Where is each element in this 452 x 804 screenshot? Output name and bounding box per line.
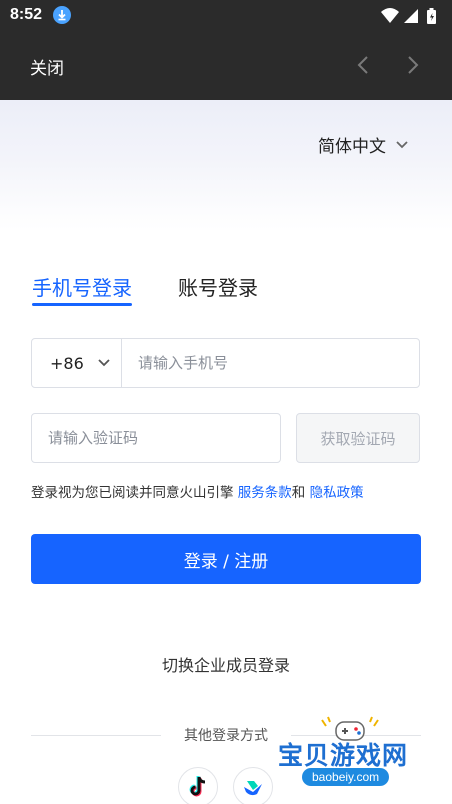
feishu-icon [244, 781, 262, 796]
phone-input[interactable] [124, 339, 418, 387]
title-bar: 关闭 [0, 32, 452, 100]
login-register-button[interactable]: 登录 / 注册 [31, 534, 421, 584]
forward-arrow-icon[interactable] [406, 54, 420, 80]
terms-of-service-link[interactable]: 服务条款 [238, 485, 292, 501]
chevron-down-icon [98, 359, 110, 367]
status-time: 8:52 [10, 6, 43, 23]
chevron-down-icon [396, 140, 408, 148]
agreement-prefix: 登录视为您已阅读并同意火山引擎 [31, 485, 238, 501]
active-tab-indicator [32, 303, 132, 306]
agreement-and: 和 [291, 485, 310, 501]
status-bar: 8:52 [0, 0, 452, 32]
privacy-policy-link[interactable]: 隐私政策 [310, 485, 364, 501]
phone-field-group: +86 [31, 338, 420, 388]
language-selector[interactable]: 简体中文 [318, 132, 408, 157]
country-code-select[interactable]: +86 [32, 339, 122, 387]
switch-enterprise-login-link[interactable]: 切换企业成员登录 [0, 652, 452, 676]
signal-icon [404, 9, 418, 23]
tiktok-icon [189, 776, 206, 797]
agreement-text: 登录视为您已阅读并同意火山引擎 服务条款和 隐私政策 [31, 481, 364, 501]
tiktok-login-button[interactable] [178, 767, 218, 804]
status-icons [380, 7, 442, 29]
country-code-label: +86 [50, 353, 84, 373]
tab-account-login[interactable]: 账号登录 [178, 272, 258, 301]
battery-icon [427, 8, 436, 24]
tab-phone-login[interactable]: 手机号登录 [32, 272, 132, 301]
feishu-login-button[interactable] [233, 767, 273, 804]
header-background [0, 100, 452, 230]
language-label: 简体中文 [318, 137, 386, 157]
download-icon [53, 6, 71, 24]
wifi-icon [381, 8, 399, 23]
close-button[interactable]: 关闭 [30, 54, 64, 79]
back-arrow-icon[interactable] [356, 54, 370, 80]
verification-code-input[interactable] [31, 413, 281, 463]
watermark-logo: 宝贝游戏网 baobeiy.com [272, 716, 447, 792]
get-code-button[interactable]: 获取验证码 [296, 413, 420, 463]
